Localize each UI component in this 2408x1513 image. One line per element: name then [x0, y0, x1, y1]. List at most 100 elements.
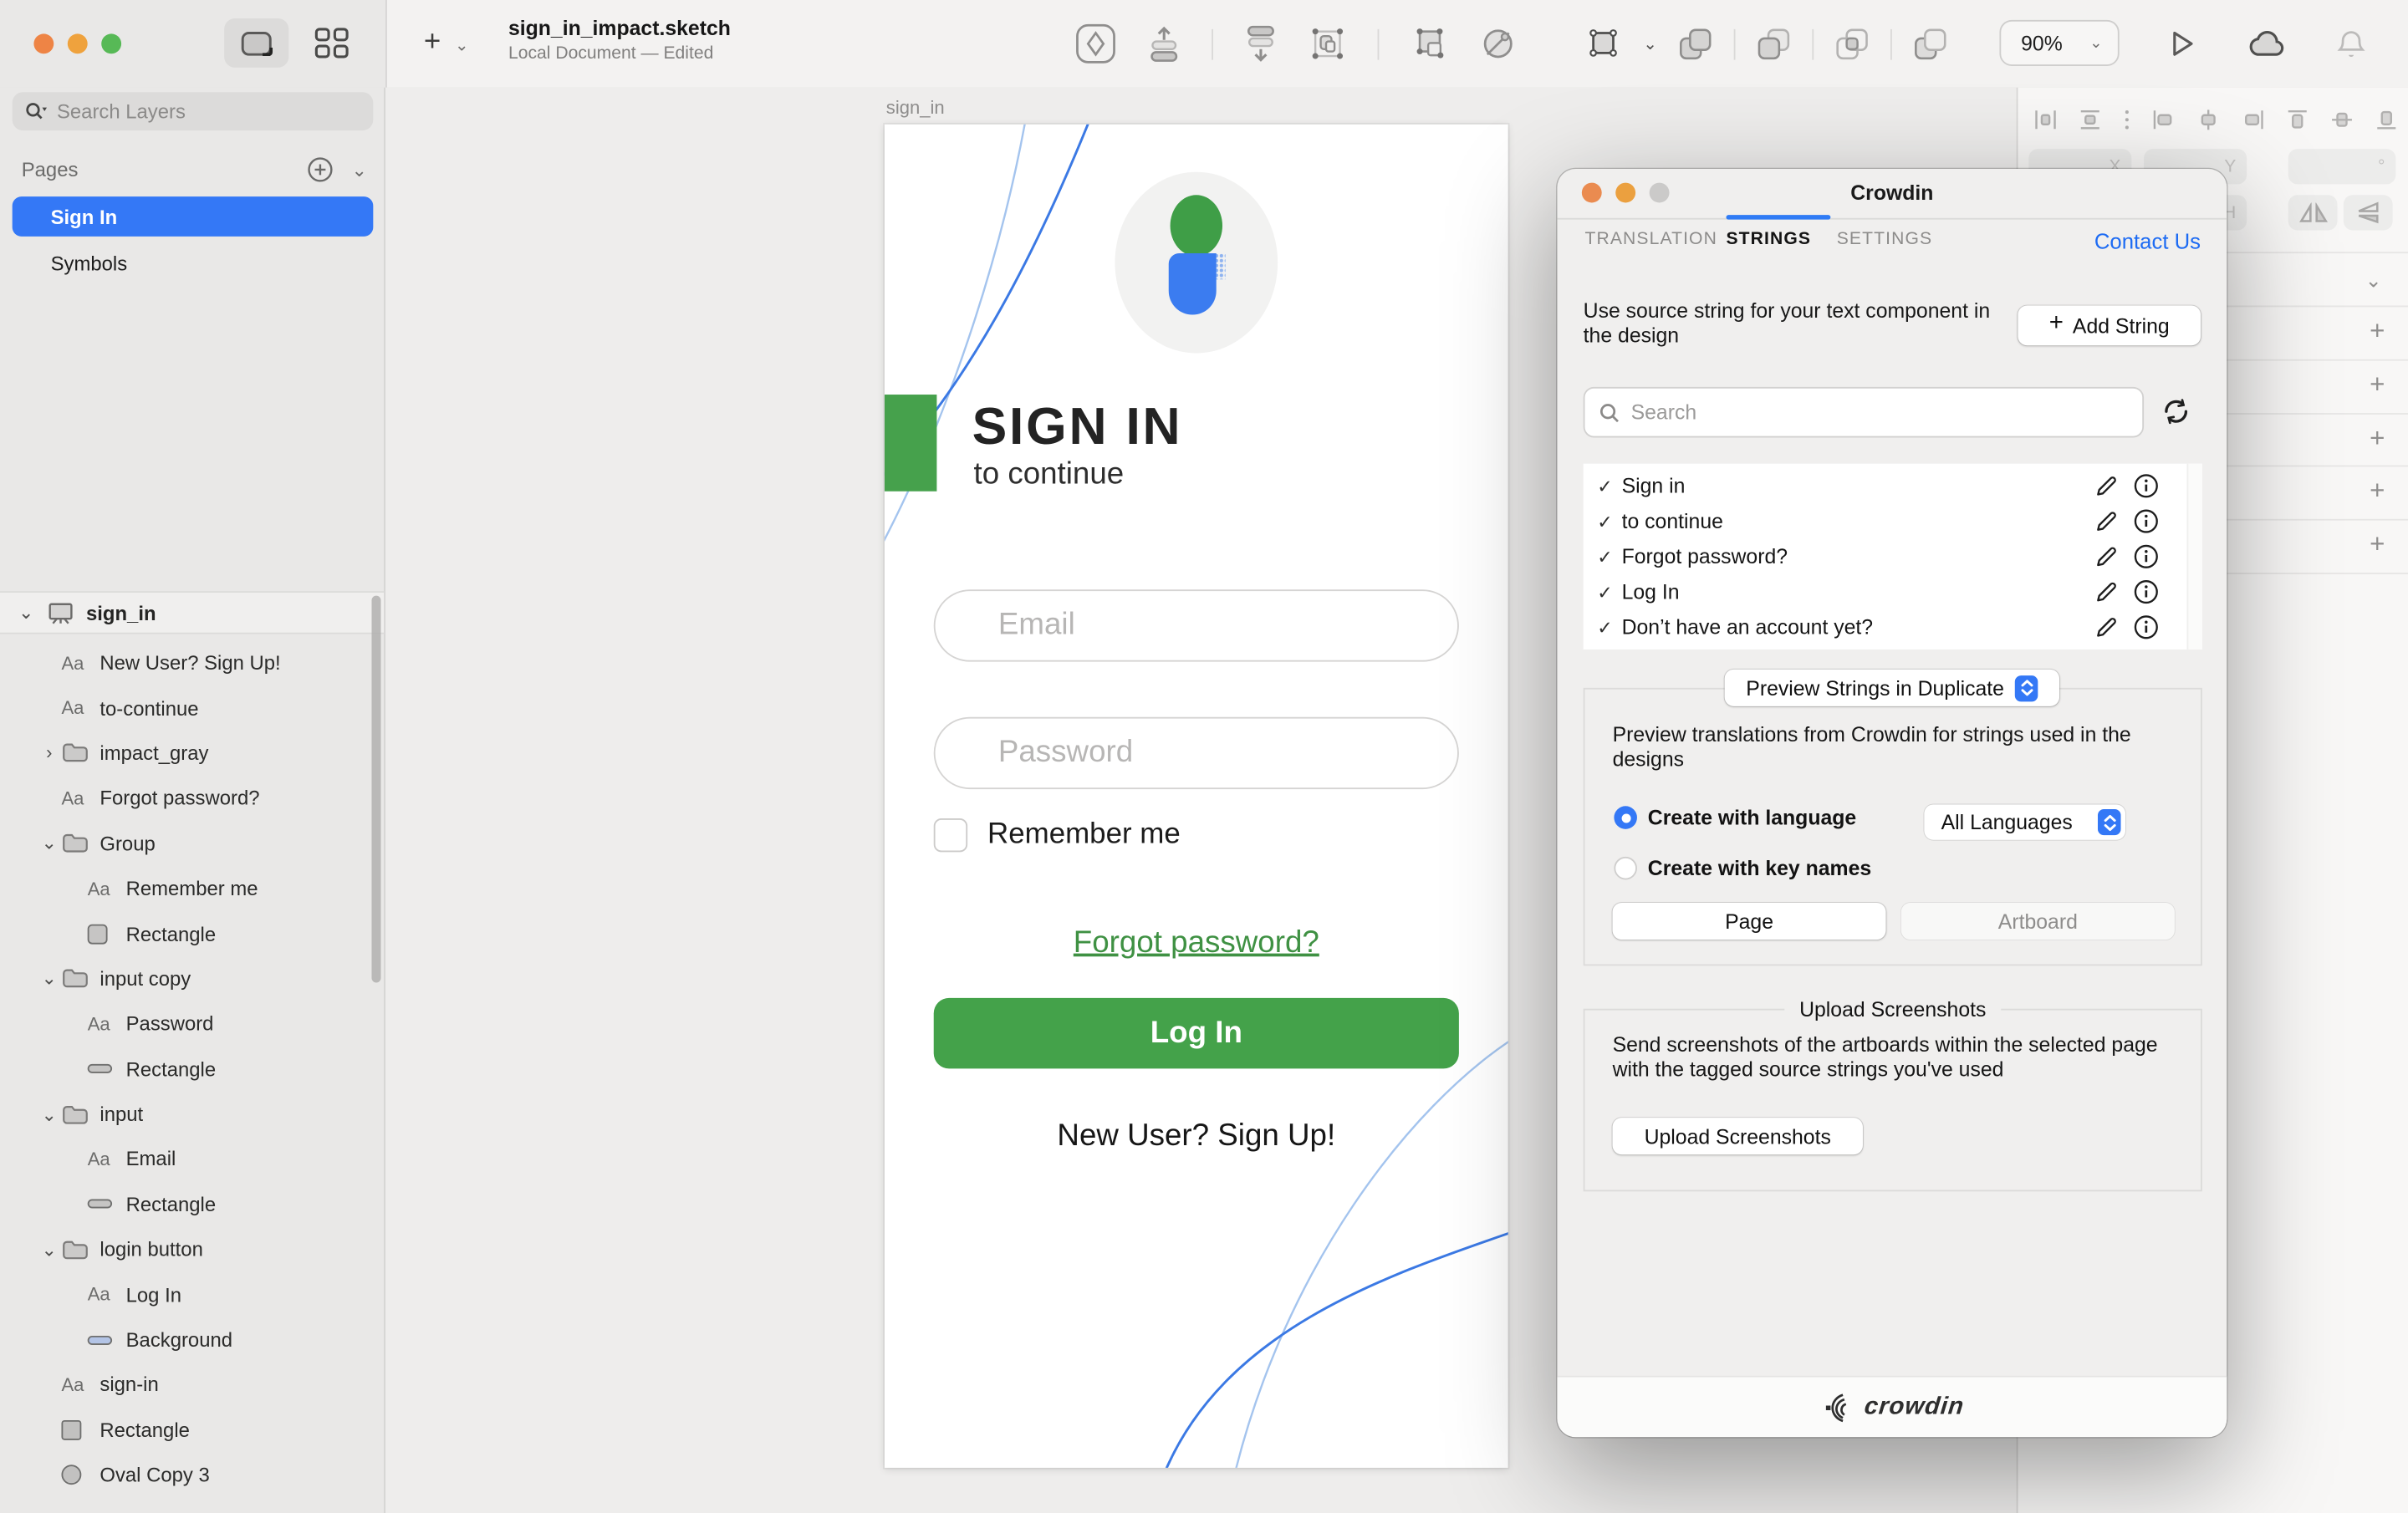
chevron-down-icon[interactable]: ⌄ — [37, 968, 61, 990]
flip-vertical-button[interactable] — [2344, 195, 2393, 230]
canvas-view-toggle-button[interactable] — [224, 18, 288, 68]
distribute-horizontal-icon[interactable] — [2033, 108, 2058, 132]
layer-row-new-user-sign-up-[interactable]: AaNew User? Sign Up! — [0, 640, 384, 685]
string-row-log-in[interactable]: ✓Log In — [1584, 574, 2202, 609]
sidebar-page-symbols[interactable]: Symbols — [13, 242, 374, 283]
layer-row-background[interactable]: Background — [0, 1317, 384, 1363]
remember-me-row[interactable]: Remember me — [934, 818, 1181, 852]
string-row-sign-in[interactable]: ✓Sign in — [1584, 468, 2202, 503]
artboard-sign-in[interactable]: SIGN IN to continue Email Password Remem… — [885, 125, 1508, 1468]
zoom-level-select[interactable]: 90% ⌄ — [1999, 20, 2119, 66]
inspector-section-chevron[interactable]: ⌄ — [2365, 268, 2382, 293]
create-with-key-names-option[interactable]: Create with key names — [1614, 857, 1871, 880]
email-field[interactable]: Email — [934, 589, 1459, 661]
remember-me-checkbox[interactable] — [934, 818, 967, 852]
radio-selected-icon[interactable] — [1614, 806, 1637, 829]
pages-collapse-chevron[interactable]: ⌄ — [351, 159, 366, 181]
edit-string-button[interactable] — [2093, 614, 2119, 640]
string-info-button[interactable] — [2133, 578, 2159, 604]
add-property-button[interactable]: + — [2362, 423, 2393, 454]
edit-shape-icon[interactable] — [1585, 23, 1625, 64]
ungroup-icon[interactable] — [1410, 24, 1448, 63]
play-icon[interactable] — [2168, 29, 2196, 59]
align-right-icon[interactable] — [2241, 108, 2265, 132]
intersect-icon[interactable] — [1833, 23, 1873, 64]
layer-row-sign-in[interactable]: Aasign-in — [0, 1363, 384, 1408]
insert-symbol-icon[interactable] — [1075, 23, 1117, 65]
layer-row-log-in[interactable]: AaLog In — [0, 1272, 384, 1317]
tab-settings[interactable]: SETTINGS — [1837, 231, 1932, 249]
string-row-forgot-password-[interactable]: ✓Forgot password? — [1584, 539, 2202, 574]
difference-icon[interactable] — [1911, 23, 1951, 64]
layer-row-to-continue[interactable]: Aato-continue — [0, 685, 384, 731]
align-top-icon[interactable] — [2285, 108, 2309, 132]
layer-row-input-copy[interactable]: ⌄input copy — [0, 956, 384, 1001]
move-forward-icon[interactable] — [1147, 24, 1181, 63]
sidebar-page-sign-in[interactable]: Sign In — [13, 196, 374, 237]
string-info-button[interactable] — [2133, 473, 2159, 499]
all-languages-select[interactable]: All Languages — [1924, 804, 2125, 839]
add-property-button[interactable]: + — [2362, 530, 2393, 561]
zoom-window-button[interactable] — [101, 33, 121, 53]
rotation-field[interactable]: ° — [2288, 149, 2396, 184]
add-property-button[interactable]: + — [2362, 369, 2393, 400]
artboard-button[interactable]: Artboard — [1901, 903, 2175, 940]
tab-translation[interactable]: TRANSLATION — [1585, 231, 1717, 249]
chevron-down-icon[interactable]: ⌄ — [37, 833, 61, 854]
password-field[interactable]: Password — [934, 717, 1459, 789]
edit-string-button[interactable] — [2093, 473, 2119, 499]
sign-in-heading[interactable]: SIGN IN — [972, 398, 1183, 458]
chevron-right-icon[interactable]: › — [37, 742, 61, 764]
edit-string-button[interactable] — [2093, 508, 2119, 534]
group-icon[interactable] — [1309, 24, 1347, 63]
crowdin-search-input[interactable]: Search — [1584, 387, 2144, 438]
search-layers-input[interactable]: Search Layers — [13, 92, 374, 130]
layer-row-remember-me[interactable]: AaRemember me — [0, 866, 384, 911]
add-property-button[interactable]: + — [2362, 316, 2393, 347]
string-info-button[interactable] — [2133, 543, 2159, 569]
layer-row-oval-copy-3[interactable]: Oval Copy 3 — [0, 1453, 384, 1498]
string-info-button[interactable] — [2133, 614, 2159, 640]
distribute-vertical-icon[interactable] — [2078, 108, 2102, 132]
layer-row-rectangle[interactable]: Rectangle — [0, 1182, 384, 1227]
add-page-button[interactable] — [307, 156, 333, 182]
layer-row-rectangle[interactable]: Rectangle — [0, 1408, 384, 1453]
insert-button[interactable]: + ⌄ — [424, 17, 469, 69]
log-in-button[interactable]: Log In — [934, 998, 1459, 1068]
crowdin-titlebar[interactable]: Crowdin — [1557, 169, 2227, 218]
radio-unselected-icon[interactable] — [1614, 857, 1637, 880]
edit-string-button[interactable] — [2093, 578, 2119, 604]
sign-up-text[interactable]: New User? Sign Up! — [885, 1119, 1508, 1154]
grid-view-toggle-button[interactable] — [306, 18, 358, 68]
minimize-window-button[interactable] — [68, 33, 88, 53]
add-property-button[interactable]: + — [2362, 476, 2393, 507]
layer-row-input[interactable]: ⌄input — [0, 1092, 384, 1137]
layer-row-impact-gray[interactable]: ›impact_gray — [0, 731, 384, 776]
layer-row-forgot-password-[interactable]: AaForgot password? — [0, 776, 384, 821]
page-button[interactable]: Page — [1613, 903, 1886, 940]
close-window-button[interactable] — [33, 33, 54, 53]
chevron-icon[interactable]: ⌄ — [1643, 33, 1657, 53]
add-string-button[interactable]: + Add String — [2018, 306, 2201, 346]
tab-strings[interactable]: STRINGS — [1726, 231, 1811, 249]
flatten-icon[interactable] — [1479, 24, 1518, 63]
edit-string-button[interactable] — [2093, 543, 2119, 569]
bell-icon[interactable] — [2338, 28, 2365, 59]
upload-screenshots-button[interactable]: Upload Screenshots — [1613, 1118, 1863, 1154]
layer-row-rectangle[interactable]: Rectangle — [0, 1047, 384, 1092]
heading-accent-rectangle[interactable] — [885, 395, 936, 492]
forgot-password-link[interactable]: Forgot password? — [885, 926, 1508, 961]
move-backward-icon[interactable] — [1244, 24, 1278, 63]
align-left-icon[interactable] — [2151, 108, 2176, 132]
preview-strings-in-duplicate-button[interactable]: Preview Strings in Duplicate — [1725, 670, 2059, 706]
layer-row-login-button[interactable]: ⌄login button — [0, 1227, 384, 1272]
contact-us-link[interactable]: Contact Us — [2094, 229, 2201, 253]
chevron-down-icon[interactable]: ⌄ — [37, 1239, 61, 1261]
align-middle-icon[interactable] — [2329, 108, 2354, 132]
string-info-button[interactable] — [2133, 508, 2159, 534]
string-row-to-continue[interactable]: ✓to continue — [1584, 503, 2202, 538]
layers-scrollbar[interactable] — [371, 596, 380, 983]
align-center-h-icon[interactable] — [2196, 108, 2221, 132]
string-row-don-t-have-an-account-yet-[interactable]: ✓Don’t have an account yet? — [1584, 609, 2202, 644]
union-icon[interactable] — [1676, 23, 1716, 64]
